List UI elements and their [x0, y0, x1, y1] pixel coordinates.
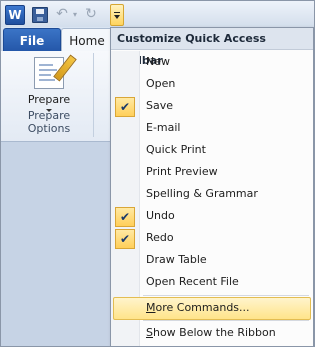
menu-item-label: Undo	[146, 209, 175, 222]
menu-item-label: Open Recent File	[146, 275, 239, 288]
menu-item-label: New	[146, 55, 170, 68]
word-window: W ↶ ▾ ↻ File Home Prepare Prepare Option…	[0, 0, 315, 347]
menu-item-open-recent-file[interactable]: Open Recent File	[111, 271, 313, 293]
menu-item-label: Spelling & Grammar	[146, 187, 258, 200]
menu-item-draw-table[interactable]: Draw Table	[111, 249, 313, 271]
menu-item-label: Redo	[146, 231, 174, 244]
prepare-options-group: Prepare Prepare Options	[5, 53, 94, 137]
title-bar: W ↶ ▾ ↻	[1, 1, 314, 27]
checkmark-icon: ✔	[115, 97, 135, 117]
menu-item-label: Show Below the Ribbon	[146, 322, 276, 344]
chevron-down-icon	[114, 14, 120, 19]
menu-item-save[interactable]: ✔ Save	[111, 95, 313, 117]
menu-item-redo[interactable]: ✔ Redo	[111, 227, 313, 249]
redo-icon[interactable]: ↻	[83, 4, 99, 24]
menu-item-label-rest: how Below the Ribbon	[152, 326, 276, 339]
menu-item-label-rest: ore Commands...	[155, 301, 250, 314]
undo-icon[interactable]: ↶	[54, 4, 70, 24]
checkmark-icon: ✔	[115, 207, 135, 227]
menu-item-label: Quick Print	[146, 143, 206, 156]
menu-separator	[143, 295, 309, 296]
menu-item-show-below-ribbon[interactable]: Show Below the Ribbon	[111, 322, 313, 344]
prepare-button-label: Prepare	[27, 93, 71, 106]
tab-home[interactable]: Home	[61, 28, 113, 52]
menu-item-label: Draw Table	[146, 253, 207, 266]
menu-item-spelling-grammar[interactable]: Spelling & Grammar	[111, 183, 313, 205]
menu-item-label: Open	[146, 77, 176, 90]
menu-item-label: More Commands...	[146, 297, 250, 319]
word-icon[interactable]: W	[5, 5, 25, 25]
menu-item-email[interactable]: E-mail	[111, 117, 313, 139]
menu-item-quick-print[interactable]: Quick Print	[111, 139, 313, 161]
accelerator-key: S	[146, 326, 153, 339]
customize-qat-menu: Customize Quick Access Toolbar New Open …	[110, 27, 314, 346]
accelerator-key: M	[146, 301, 156, 314]
menu-item-label: Print Preview	[146, 165, 218, 178]
word-icon-letter: W	[8, 8, 22, 22]
undo-dropdown-icon[interactable]: ▾	[71, 4, 79, 24]
menu-item-new[interactable]: New	[111, 51, 313, 73]
group-label: Prepare Options	[27, 109, 71, 135]
tab-file[interactable]: File	[3, 28, 61, 52]
save-icon[interactable]	[32, 7, 48, 23]
menu-item-more-commands[interactable]: More Commands...	[111, 297, 313, 320]
customize-bar-icon	[114, 11, 120, 13]
menu-item-open[interactable]: Open	[111, 73, 313, 95]
prepare-button[interactable]: Prepare	[17, 54, 81, 117]
checkmark-icon: ✔	[115, 229, 135, 249]
menu-item-label: Save	[146, 99, 174, 112]
document-pen-icon	[34, 54, 77, 89]
customize-qat-dropdown-button[interactable]	[110, 4, 124, 26]
menu-header: Customize Quick Access Toolbar	[111, 28, 313, 67]
menu-item-label: E-mail	[146, 121, 181, 134]
menu-item-print-preview[interactable]: Print Preview	[111, 161, 313, 183]
menu-item-undo[interactable]: ✔ Undo	[111, 205, 313, 227]
menu-separator	[143, 320, 309, 321]
